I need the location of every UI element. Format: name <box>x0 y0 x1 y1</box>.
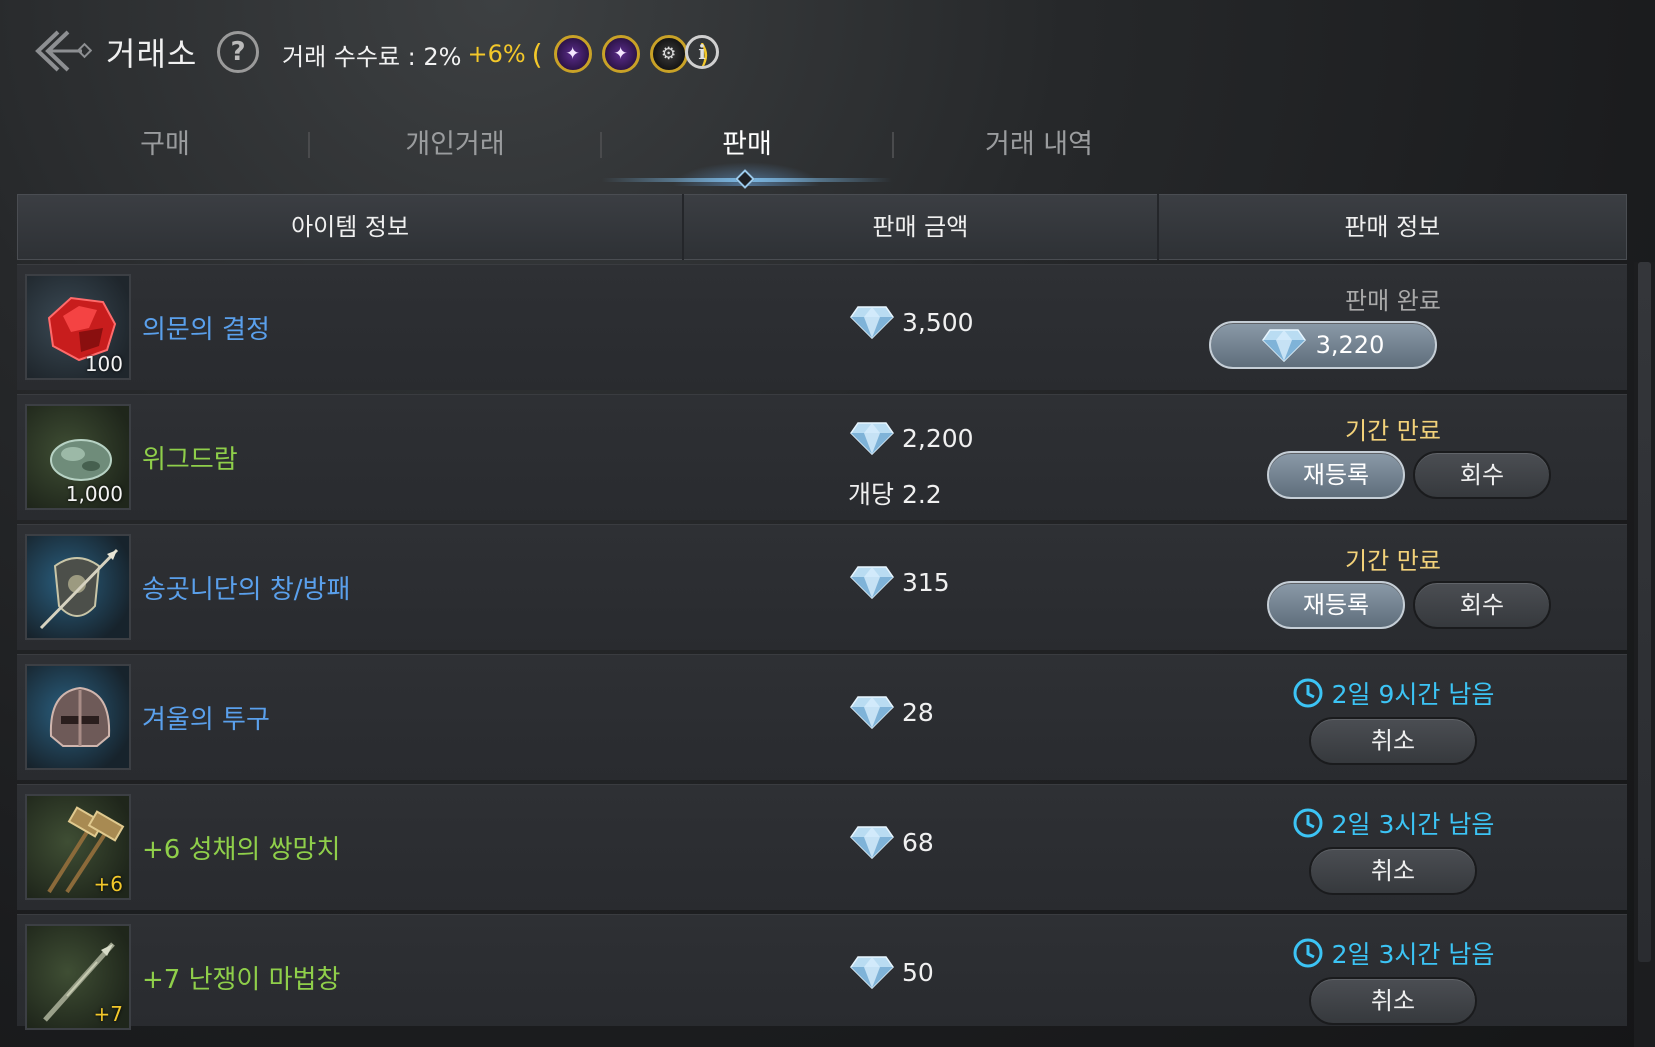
table-row[interactable]: +6 +6 성채의 쌍망치 68 2일 3시간 남음 취소 <box>17 784 1627 910</box>
time-remaining: 2일 3시간 남음 <box>1159 805 1627 841</box>
table-row[interactable]: +7 +7 난쟁이 마법창 50 2일 3시간 남음 취소 <box>17 914 1627 1030</box>
scrollbar[interactable] <box>1634 262 1655 1047</box>
price-value: 50 <box>902 957 934 987</box>
clock-icon <box>1293 808 1323 838</box>
settings-buff-icon[interactable]: ⚙ <box>649 35 688 73</box>
cancel-listing-button[interactable]: 취소 <box>1309 847 1477 895</box>
tab-sell[interactable]: 판매 <box>602 122 892 161</box>
item-name[interactable]: 위그드람 <box>142 439 238 476</box>
status-sold: 판매 완료 <box>1345 287 1441 315</box>
fee-extra: +6% <box>467 40 526 68</box>
tab-buy[interactable]: 구매 <box>20 122 310 161</box>
fee-info: 거래 수수료 : 2% +6% ( ✦ ✦ ⚙ ) <box>282 35 716 73</box>
clock-icon <box>1293 938 1323 968</box>
back-arrow-icon[interactable] <box>30 28 92 74</box>
item-icon-box: +7 <box>25 924 131 1030</box>
info-icon[interactable]: i <box>685 35 719 69</box>
item-name[interactable]: 의문의 결정 <box>142 309 270 346</box>
relist-button[interactable]: 재등록 <box>1267 581 1405 629</box>
diamond-icon <box>850 566 894 599</box>
collect-proceeds-button[interactable]: 3,220 <box>1209 321 1437 369</box>
table-row[interactable]: 1,000 위그드람 2,200 개당 2.2 기간 만료 재등록 회수 <box>17 394 1627 520</box>
item-name[interactable]: +6 성채의 쌍망치 <box>142 829 340 866</box>
diamond-icon <box>1261 329 1306 362</box>
price-value: 28 <box>902 697 934 727</box>
retrieve-button[interactable]: 회수 <box>1413 451 1551 499</box>
sell-price: 315 <box>850 565 950 599</box>
cancel-listing-button[interactable]: 취소 <box>1309 717 1477 765</box>
price-value: 2,200 <box>902 423 974 453</box>
column-header-price: 판매 금액 <box>684 194 1159 260</box>
class-buff-icon[interactable]: ✦ <box>553 35 592 73</box>
item-name[interactable]: 송곳니단의 창/방패 <box>142 569 350 606</box>
time-remaining: 2일 3시간 남음 <box>1159 935 1627 971</box>
paren-open: ( <box>531 37 543 71</box>
enhance-level: +6 <box>93 872 123 896</box>
time-remaining-text: 2일 3시간 남음 <box>1331 810 1495 839</box>
tab-personal-trade[interactable]: 개인거래 <box>310 122 600 161</box>
column-header-sell-info: 판매 정보 <box>1344 213 1441 241</box>
item-icon-box: 1,000 <box>25 404 131 510</box>
diamond-icon <box>850 826 894 859</box>
table-header: 아이템 정보 판매 금액 판매 정보 <box>17 194 1627 260</box>
time-remaining: 2일 9시간 남음 <box>1159 675 1627 711</box>
status-expired: 기간 만료 <box>1345 417 1441 445</box>
help-icon[interactable]: ? <box>217 31 259 73</box>
cancel-listing-button[interactable]: 취소 <box>1309 977 1477 1025</box>
clock-icon <box>1293 678 1323 708</box>
time-remaining-text: 2일 9시간 남음 <box>1331 680 1495 709</box>
sell-price: 68 <box>850 825 934 859</box>
item-icon-box: 100 <box>25 274 131 380</box>
diamond-icon <box>850 306 894 339</box>
item-name[interactable]: +7 난쟁이 마법창 <box>142 959 340 996</box>
sell-price: 3,500 <box>850 305 974 339</box>
diamond-icon <box>850 696 894 729</box>
relist-button[interactable]: 재등록 <box>1267 451 1405 499</box>
item-quantity: 1,000 <box>65 482 123 506</box>
class-buff-icon[interactable]: ✦ <box>601 35 640 73</box>
diamond-icon <box>850 422 894 455</box>
proceeds-amount: 3,220 <box>1315 331 1385 359</box>
item-icon-box <box>25 534 131 640</box>
item-name[interactable]: 겨울의 투구 <box>142 699 270 736</box>
tab-history[interactable]: 거래 내역 <box>894 122 1184 161</box>
time-remaining-text: 2일 3시간 남음 <box>1331 940 1495 969</box>
item-icon-box: +6 <box>25 794 131 900</box>
tab-bar: 구매 개인거래 판매 거래 내역 <box>20 110 1120 190</box>
retrieve-button[interactable]: 회수 <box>1413 581 1551 629</box>
unit-price: 개당 2.2 <box>848 480 942 509</box>
scrollbar-thumb[interactable] <box>1638 262 1651 962</box>
price-value: 3,500 <box>902 307 974 337</box>
enhance-level: +7 <box>93 1002 123 1026</box>
sell-list-table: 아이템 정보 판매 금액 판매 정보 100 의문의 결정 3,500 판매 완… <box>17 194 1627 1030</box>
table-row[interactable]: 100 의문의 결정 3,500 판매 완료 3,220 <box>17 264 1627 390</box>
table-row[interactable]: 겨울의 투구 28 2일 9시간 남음 취소 <box>17 654 1627 780</box>
helmet-icon <box>49 686 111 747</box>
item-icon-box <box>25 664 131 770</box>
sell-price: 28 <box>850 695 934 729</box>
diamond-icon <box>850 956 894 989</box>
status-expired: 기간 만료 <box>1345 547 1441 575</box>
header: 거래소 ? 거래 수수료 : 2% +6% ( ✦ ✦ ⚙ ) i <box>0 0 1655 100</box>
fee-label: 거래 수수료 : 2% <box>282 42 462 71</box>
column-header-item-info: 아이템 정보 <box>18 194 685 260</box>
price-value: 68 <box>902 827 934 857</box>
price-value: 315 <box>902 567 950 597</box>
page-title: 거래소 <box>106 35 198 73</box>
item-quantity: 100 <box>84 352 123 376</box>
sell-price: 2,200 <box>850 421 974 455</box>
table-row[interactable]: 송곳니단의 창/방패 315 기간 만료 재등록 회수 <box>17 524 1627 650</box>
spear-shield-icon <box>39 548 119 630</box>
sell-price: 50 <box>850 955 934 989</box>
